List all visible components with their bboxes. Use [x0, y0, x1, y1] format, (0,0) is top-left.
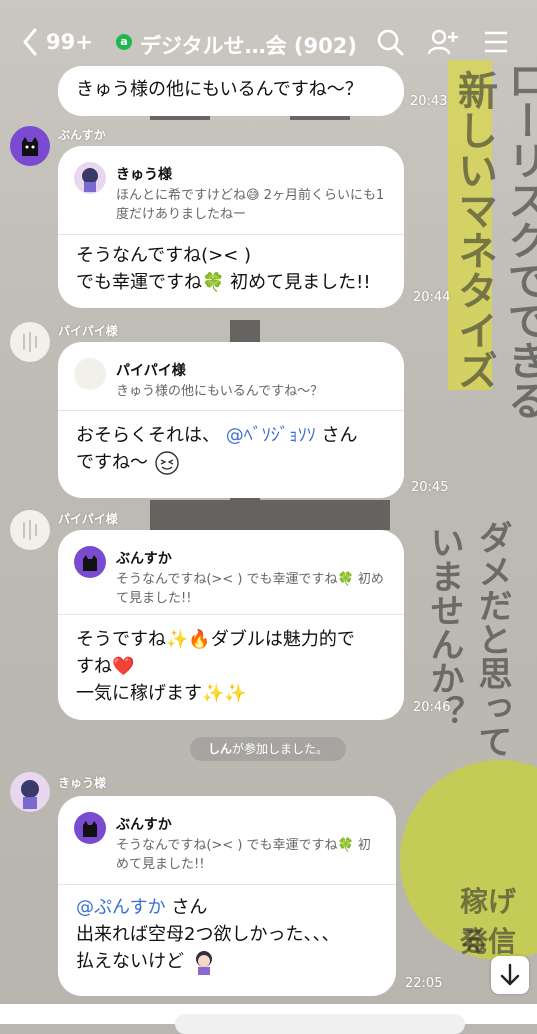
message-line: おそらくそれは、 @ﾍﾞｿｼﾞｮｿｿ さん [76, 422, 390, 449]
message-line: そうですね✨🔥ダブルは魅力的で [76, 629, 355, 650]
message-time: 20:45 [411, 480, 449, 495]
group-badge-icon: a [116, 34, 132, 50]
quote-text: きゅう様の他にもいるんですね～？ [116, 384, 324, 399]
avatar[interactable] [10, 510, 50, 550]
scroll-to-bottom-button[interactable] [491, 956, 529, 994]
message-bubble[interactable]: きゅう様 ほんとに希ですけどね😅 2ヶ月前くらいにも1度だけありましたねー そう… [58, 146, 404, 308]
sticker-emoji-icon [190, 951, 218, 975]
message-line: 一気に稼げます✨✨ [76, 683, 247, 704]
message-line: 払えないけど [76, 948, 382, 976]
message-line: @ぷんすか さん [76, 894, 382, 921]
message-segment: 払えないけど [76, 951, 184, 972]
input-bar [0, 1004, 537, 1034]
message-text: おそらくそれは、 @ﾍﾞｿｼﾞｮｿｿ さん ですね～ [76, 422, 390, 476]
divider [58, 884, 396, 885]
quote-text: ほんとに希ですけどね😅 2ヶ月前くらいにも1度だけありましたねー [116, 188, 385, 222]
message-bubble[interactable]: ぶんすか そうなんですね(>< ) でも幸運ですね🍀 初めて見ました!! そうで… [58, 530, 404, 720]
message-text: @ぷんすか さん 出来れば空母2つ欲しかった、、、 払えないけど [76, 894, 382, 976]
back-icon[interactable] [22, 28, 38, 62]
arrow-down-icon [500, 963, 520, 986]
sender-name: きゅう様 [58, 776, 107, 790]
search-icon[interactable] [376, 28, 404, 60]
message-text: そうなんですね(>< ) でも幸運ですね🍀 初めて見ました!! [76, 242, 390, 296]
message-segment: さん [321, 425, 358, 446]
message-line: すね❤️ [76, 656, 135, 677]
chat-header: 99+ a デジタルせ…会 (902) [0, 0, 537, 82]
message-time: 22:05 [405, 976, 443, 991]
sender-name: ぶんすか [58, 128, 106, 142]
message-time: 20:46 [413, 700, 451, 715]
message-line: 出来れば空母2つ欲しかった、、、 [76, 924, 340, 945]
bg-text-3: ダメだと思って [472, 520, 512, 758]
message-bubble[interactable]: ぶんすか そうなんですね(>< ) でも幸運ですね🍀 初めて見ました!! @ぷん… [58, 796, 396, 996]
message-text: そうですね✨🔥ダブルは魅力的で すね❤️ 一気に稼げます✨✨ [76, 626, 390, 707]
divider [58, 614, 404, 615]
mention-link[interactable]: @ぷんすか [76, 897, 166, 918]
message-input[interactable] [175, 1014, 465, 1034]
bg-text-2: 新しいマネタイズ [451, 70, 498, 390]
joined-user-name: しん [207, 742, 232, 756]
avatar [74, 546, 106, 578]
message-bubble[interactable]: パイパイ様 きゅう様の他にもいるんですね～？ おそらくそれは、 @ﾍﾞｿｼﾞｮｿ… [58, 342, 404, 498]
message-segment: さん [171, 897, 208, 918]
message-segment: おそらくそれは、 [76, 425, 220, 446]
system-notice: しんが参加しました。 [190, 737, 346, 761]
message-line: そうなんですね(>< ) [76, 245, 252, 266]
message-time: 20:43 [410, 94, 448, 109]
quote-name: ぶんすか [116, 551, 172, 567]
quote-text: そうなんですね(>< ) でも幸運ですね🍀 初めて見ました!! [116, 572, 384, 606]
message-line: でも幸運ですね🍀 初めて見ました!! [76, 272, 371, 293]
add-friend-icon[interactable] [427, 28, 459, 60]
avatar[interactable] [10, 126, 50, 166]
divider [58, 410, 404, 411]
chat-title[interactable]: デジタルせ…会 (902) [140, 30, 357, 60]
quote-name: ぶんすか [116, 817, 172, 833]
quote-name: パイパイ様 [116, 363, 186, 379]
avatar [74, 358, 106, 390]
avatar[interactable] [10, 322, 50, 362]
quote-name: きゅう様 [116, 167, 172, 183]
bg-text-4: いませんか？ [424, 525, 464, 729]
message-line: ですね～ [76, 449, 390, 476]
message-time: 20:44 [413, 290, 451, 305]
avatar [74, 812, 106, 844]
bg-text-6: 発信 [460, 925, 517, 958]
avatar [74, 162, 106, 194]
message-segment: ですね～ [76, 452, 148, 473]
avatar[interactable] [10, 772, 50, 812]
menu-icon[interactable] [484, 31, 508, 57]
sender-name: パイパイ様 [58, 324, 118, 338]
unread-count[interactable]: 99+ [46, 30, 93, 54]
divider [58, 234, 404, 235]
system-notice-text: が参加しました。 [232, 742, 329, 756]
sticker-emoji-icon [154, 451, 180, 475]
mention-link[interactable]: @ﾍﾞｿｼﾞｮｿｿ [226, 425, 316, 446]
quote-text: そうなんですね(>< ) でも幸運ですね🍀 初めて見ました!! [116, 838, 371, 872]
sender-name: パイパイ様 [58, 512, 118, 526]
bg-shape [150, 500, 390, 530]
